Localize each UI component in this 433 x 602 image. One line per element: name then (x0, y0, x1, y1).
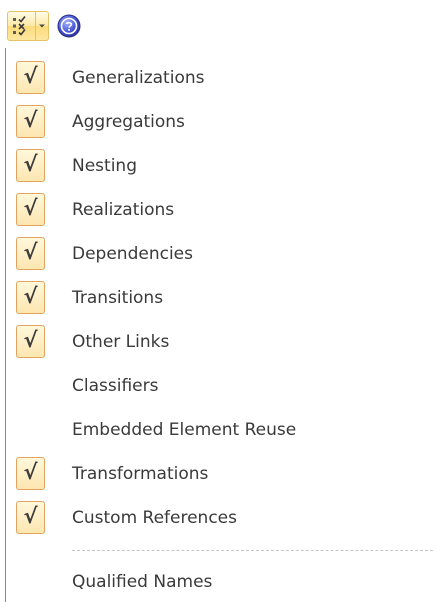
menu-item-nesting[interactable]: √ Nesting (6, 146, 433, 186)
checkbox-checked: √ (16, 61, 45, 94)
menu-item-label: Aggregations (72, 112, 185, 132)
menu-item-generalizations[interactable]: √ Generalizations (6, 58, 433, 98)
checkbox-checked: √ (16, 149, 45, 182)
menu-item-embedded-element-reuse[interactable]: Embedded Element Reuse (6, 410, 433, 450)
checkmark-icon: √ (23, 240, 38, 264)
checkmark-icon: √ (23, 328, 38, 352)
checkmark-icon: √ (23, 64, 38, 88)
menu-separator (72, 550, 433, 551)
menu-item-label: Embedded Element Reuse (72, 420, 297, 440)
checklist-icon (12, 16, 26, 36)
menu-item-label: Realizations (72, 200, 175, 220)
checkbox-checked: √ (16, 281, 45, 314)
menu-item-transitions[interactable]: √ Transitions (6, 278, 433, 318)
menu-item-label: Custom References (72, 508, 237, 528)
checkbox-checked: √ (16, 237, 45, 270)
checkmark-icon: √ (23, 504, 38, 528)
menu-item-label: Dependencies (72, 244, 193, 264)
menu-item-label: Classifiers (72, 376, 159, 396)
checkbox-checked: √ (16, 457, 45, 490)
menu-item-realizations[interactable]: √ Realizations (6, 190, 433, 230)
menu-item-label: Nesting (72, 156, 137, 176)
menu-item-qualified-names[interactable]: Qualified Names (6, 562, 433, 602)
menu-item-custom-references[interactable]: √ Custom References (6, 498, 433, 538)
help-icon (57, 14, 81, 38)
checkmark-icon: √ (23, 152, 38, 176)
checkmark-icon: √ (23, 284, 38, 308)
link-visibility-split-button[interactable] (7, 11, 49, 41)
link-visibility-button[interactable] (8, 12, 36, 40)
menu-item-label: Transitions (72, 288, 164, 308)
menu-item-aggregations[interactable]: √ Aggregations (6, 102, 433, 142)
menu-item-label: Other Links (72, 332, 170, 352)
menu-item-dependencies[interactable]: √ Dependencies (6, 234, 433, 274)
checkbox-checked: √ (16, 325, 45, 358)
menu-item-other-links[interactable]: √ Other Links (6, 322, 433, 362)
link-visibility-dropdown[interactable] (36, 12, 48, 40)
dropdown-menu: √ Generalizations √ Aggregations √ Nesti… (0, 48, 433, 602)
menu-item-label: Generalizations (72, 68, 205, 88)
menu-item-classifiers[interactable]: Classifiers (6, 366, 433, 406)
checkbox-checked: √ (16, 193, 45, 226)
checkmark-icon: √ (23, 460, 38, 484)
checkbox-checked: √ (16, 105, 45, 138)
checkmark-icon: √ (23, 108, 38, 132)
toolbar (0, 0, 433, 48)
menu-item-label: Transformations (72, 464, 209, 484)
menu-item-label: Qualified Names (72, 572, 213, 592)
chevron-down-icon (39, 24, 45, 28)
help-button[interactable] (56, 13, 82, 39)
menu-item-transformations[interactable]: √ Transformations (6, 454, 433, 494)
checkmark-icon: √ (23, 196, 38, 220)
checkbox-checked: √ (16, 501, 45, 534)
